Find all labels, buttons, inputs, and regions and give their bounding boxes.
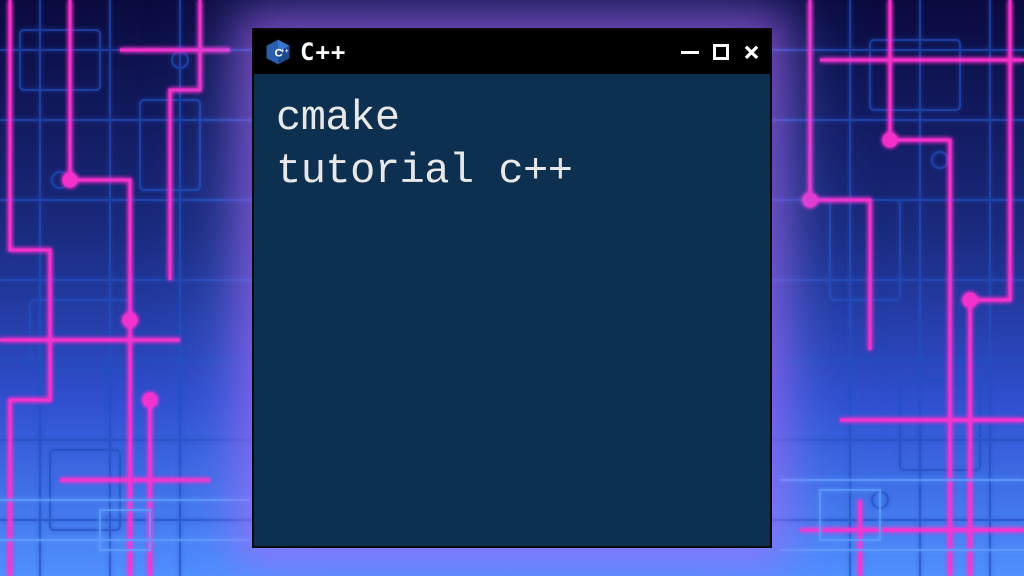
svg-text:+: + [285, 48, 289, 55]
window-controls: × [681, 38, 760, 66]
terminal-window: C + + C++ × cmake tutorial c++ [252, 28, 772, 548]
svg-text:+: + [281, 48, 285, 55]
cpp-icon: C + + [264, 38, 292, 66]
minimize-button[interactable] [681, 51, 699, 54]
minimize-icon [681, 51, 699, 54]
maximize-button[interactable] [713, 44, 729, 60]
maximize-icon [713, 44, 729, 60]
close-icon: × [743, 38, 760, 66]
terminal-body[interactable]: cmake tutorial c++ [254, 74, 770, 546]
titlebar[interactable]: C + + C++ × [254, 30, 770, 74]
terminal-content: cmake tutorial c++ [276, 92, 748, 197]
close-button[interactable]: × [743, 38, 760, 66]
window-title: C++ [300, 38, 673, 66]
